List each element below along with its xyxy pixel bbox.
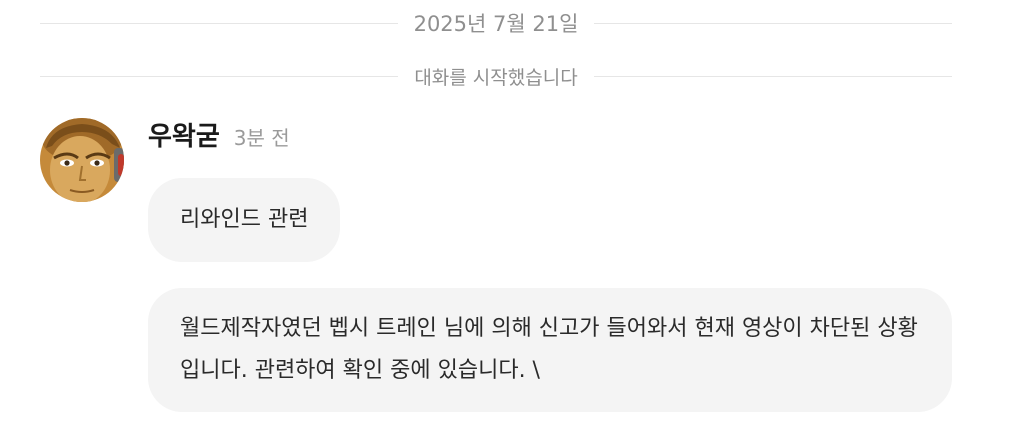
divider-line-right bbox=[594, 22, 952, 24]
message-bubble[interactable]: 월드제작자였던 벱시 트레인 님에 의해 신고가 들어와서 현재 영상이 차단된… bbox=[148, 288, 952, 412]
avatar[interactable] bbox=[40, 118, 124, 202]
message-timestamp: 3분 전 bbox=[233, 126, 290, 150]
message-header: 우왁굳 3분 전 bbox=[148, 116, 290, 156]
user-avatar-portrait-icon bbox=[40, 118, 124, 202]
divider-line-right bbox=[593, 75, 952, 77]
conversation-start-divider: 대화를 시작했습니다 bbox=[40, 61, 952, 91]
divider-line-left bbox=[40, 75, 399, 77]
date-label: 2025년 7월 21일 bbox=[413, 12, 579, 36]
conversation-start-label: 대화를 시작했습니다 bbox=[414, 66, 578, 89]
divider-line-left bbox=[40, 22, 398, 24]
sender-name[interactable]: 우왁굳 bbox=[148, 116, 220, 153]
message-text: 리와인드 관련 bbox=[180, 207, 309, 232]
message-text: 월드제작자였던 벱시 트레인 님에 의해 신고가 들어와서 현재 영상이 차단된… bbox=[180, 316, 918, 383]
date-divider: 2025년 7월 21일 bbox=[40, 8, 952, 38]
message-bubble[interactable]: 리와인드 관련 bbox=[148, 178, 341, 262]
